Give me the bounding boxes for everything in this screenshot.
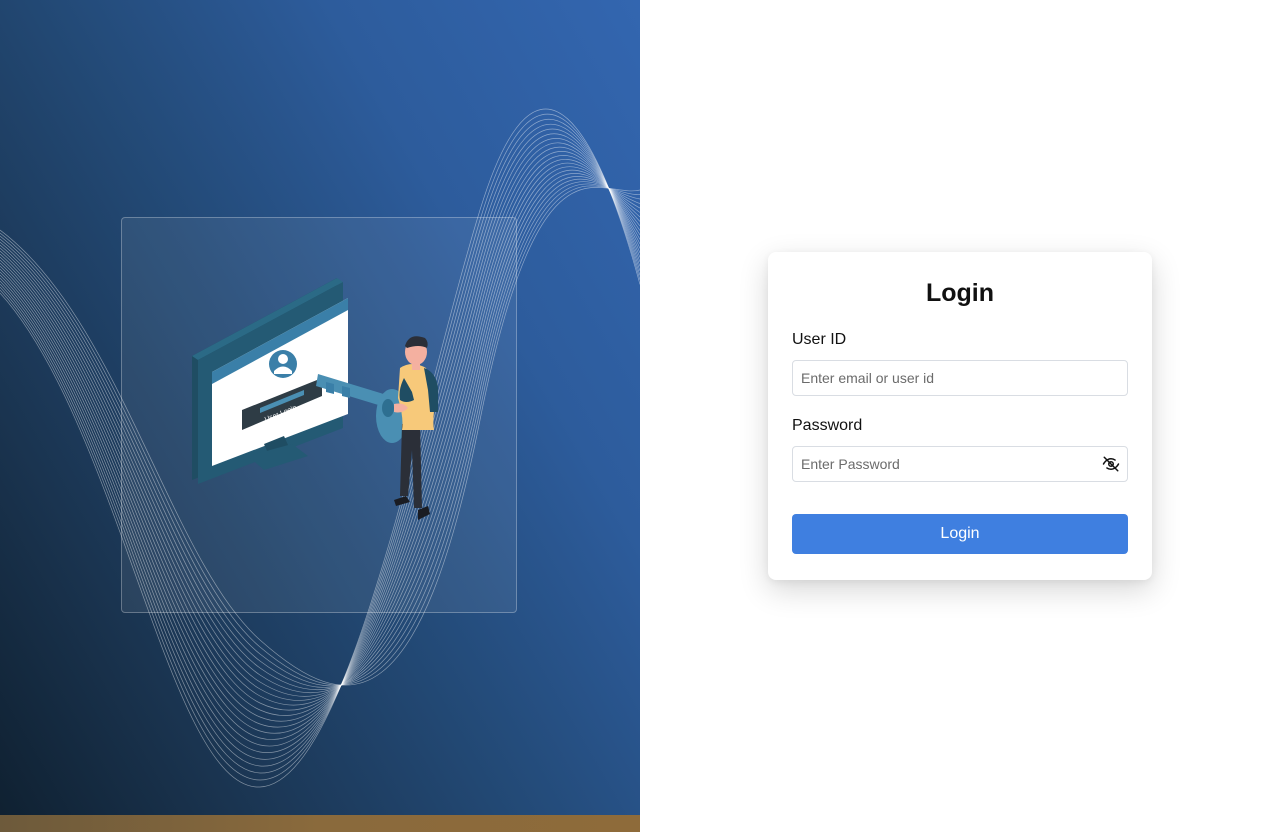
password-input[interactable] (792, 446, 1128, 482)
illustration-card: User Login (121, 217, 517, 613)
eye-slash-icon[interactable] (1102, 455, 1120, 473)
form-panel: Login User ID Password Login (640, 0, 1280, 832)
user-id-field-wrapper (792, 360, 1128, 396)
password-label: Password (792, 417, 863, 434)
user-id-input[interactable] (792, 360, 1128, 396)
password-field-wrapper (792, 446, 1128, 482)
bottom-accent-strip (0, 815, 640, 832)
login-button[interactable]: Login (792, 514, 1128, 554)
login-title: Login (925, 279, 995, 307)
user-id-label: User ID (792, 331, 847, 348)
user-login-illustration: User Login (192, 278, 438, 520)
login-page: User Login Login User ID Enter email or … (0, 0, 1280, 832)
login-card: Login User ID Password Login (768, 252, 1152, 580)
hero-panel: User Login (0, 0, 640, 832)
